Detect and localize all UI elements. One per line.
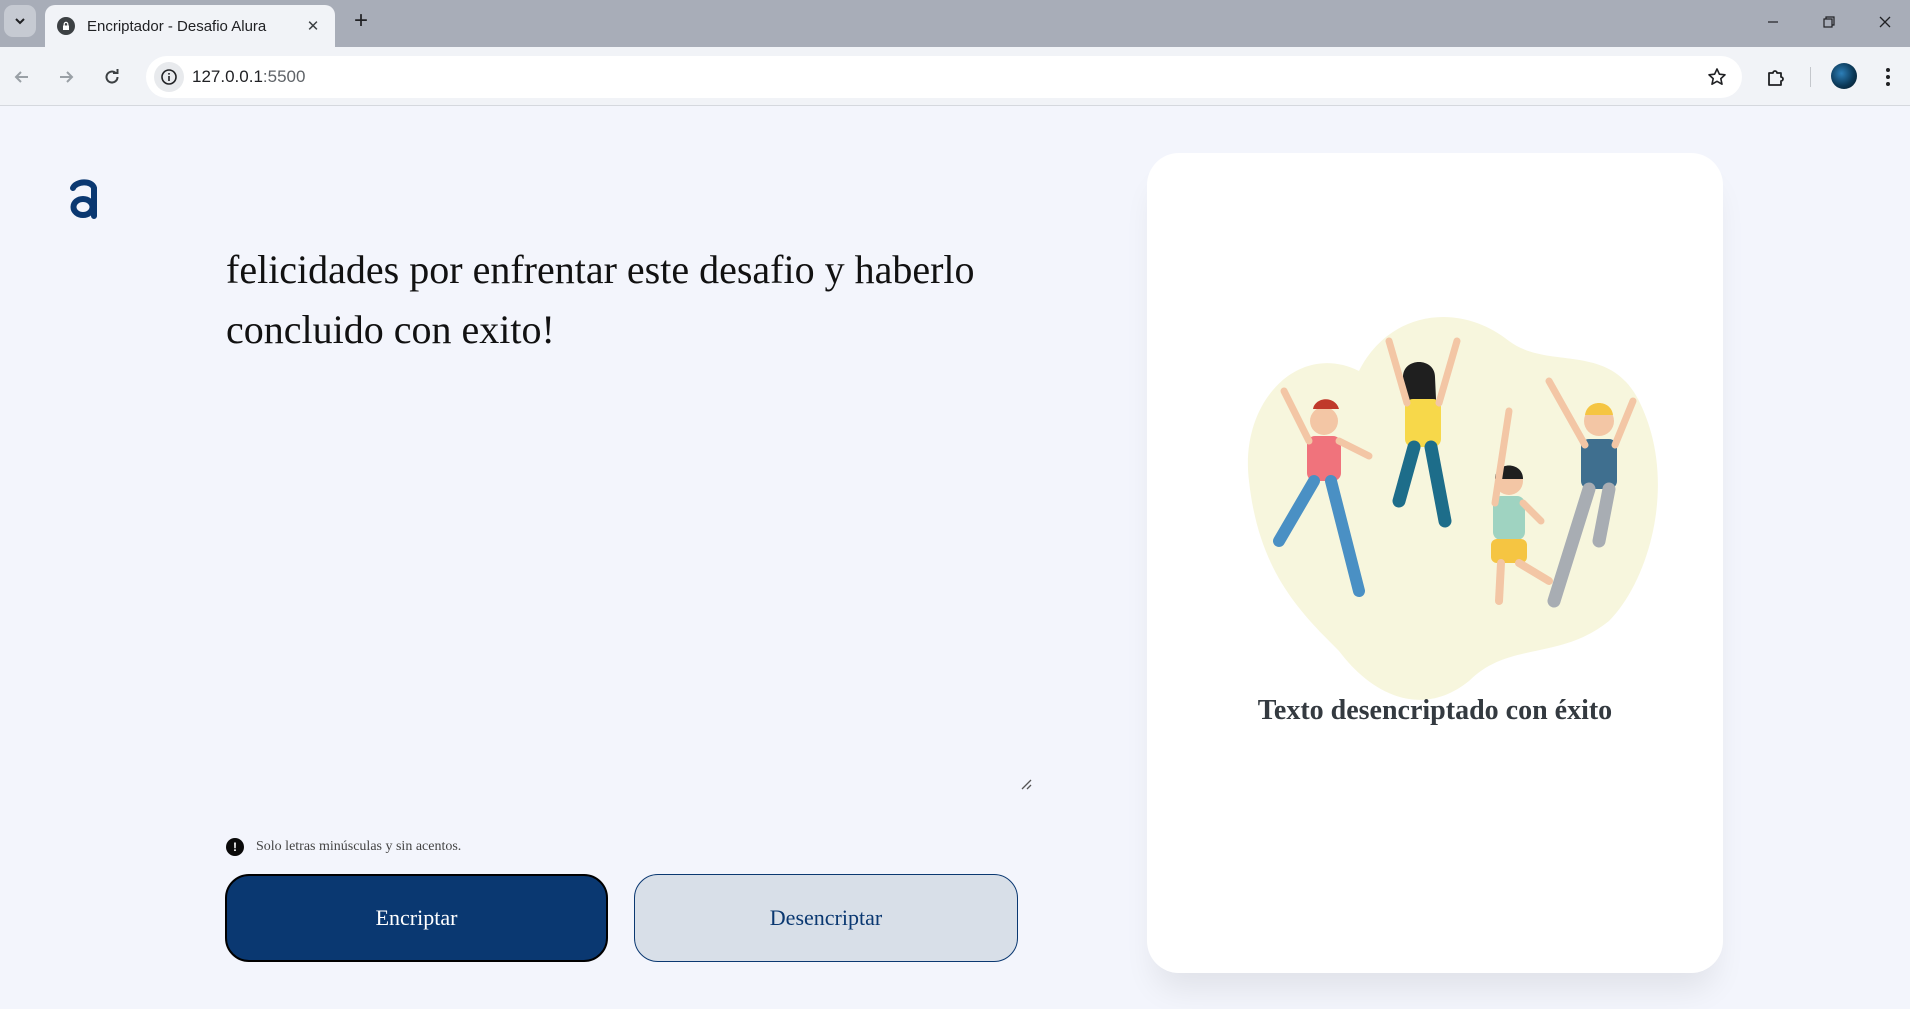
url-host: 127.0.0.1 <box>192 67 263 86</box>
browser-tab[interactable]: Encriptador - Desafio Alura ✕ <box>45 5 335 47</box>
reload-icon <box>105 69 119 84</box>
lock-icon <box>57 17 75 35</box>
reload-button[interactable] <box>96 61 128 93</box>
tab-title: Encriptador - Desafio Alura <box>87 17 267 35</box>
result-title: Texto desencriptado con éxito <box>1257 695 1613 726</box>
tab-search-button[interactable] <box>4 5 36 37</box>
forward-arrow-icon <box>60 71 74 83</box>
address-bar[interactable]: 127.0.0.1:5500 <box>146 56 1742 98</box>
hint-text: Solo letras minúsculas y sin acentos. <box>256 839 462 854</box>
restore-button[interactable] <box>1800 0 1858 44</box>
back-button[interactable] <box>6 61 38 93</box>
decrypt-button[interactable]: Desencriptar <box>634 874 1018 962</box>
result-panel: Texto desencriptado con éxito <box>1147 153 1723 973</box>
minimize-icon <box>1768 21 1778 23</box>
browser-menu-button[interactable] <box>1872 61 1904 93</box>
jumping-people-illustration <box>1247 317 1658 700</box>
back-arrow-icon <box>14 71 28 83</box>
restore-icon <box>1823 16 1835 28</box>
extensions-button[interactable] <box>1760 61 1792 93</box>
alura-logo <box>70 179 97 219</box>
forward-button[interactable] <box>50 61 82 93</box>
new-tab-button[interactable]: + <box>348 7 374 34</box>
close-window-button[interactable] <box>1856 0 1910 44</box>
profile-avatar[interactable] <box>1831 63 1857 89</box>
puzzle-icon <box>1768 70 1784 86</box>
minimize-button[interactable] <box>1744 0 1802 44</box>
close-icon <box>1879 16 1891 28</box>
kebab-menu-icon <box>1886 68 1890 86</box>
input-hint: ! Solo letras minúsculas y sin acentos. <box>226 838 461 856</box>
url-text[interactable]: 127.0.0.1:5500 <box>192 67 305 87</box>
exclamation-icon: ! <box>226 838 244 856</box>
bookmark-star-icon[interactable] <box>1706 66 1728 88</box>
chevron-down-icon <box>15 18 25 25</box>
encrypt-button[interactable]: Encriptar <box>225 874 608 962</box>
resize-grip-icon[interactable] <box>1018 776 1034 792</box>
site-info-icon[interactable] <box>154 62 184 92</box>
url-port: :5500 <box>262 67 306 86</box>
close-tab-icon[interactable]: ✕ <box>301 14 325 38</box>
browser-toolbar: 127.0.0.1:5500 <box>0 47 1910 106</box>
message-textarea[interactable]: felicidades por enfrentar este desafio y… <box>226 240 1046 360</box>
toolbar-separator <box>1810 67 1811 87</box>
tab-strip: Encriptador - Desafio Alura ✕ + <box>0 0 1910 47</box>
